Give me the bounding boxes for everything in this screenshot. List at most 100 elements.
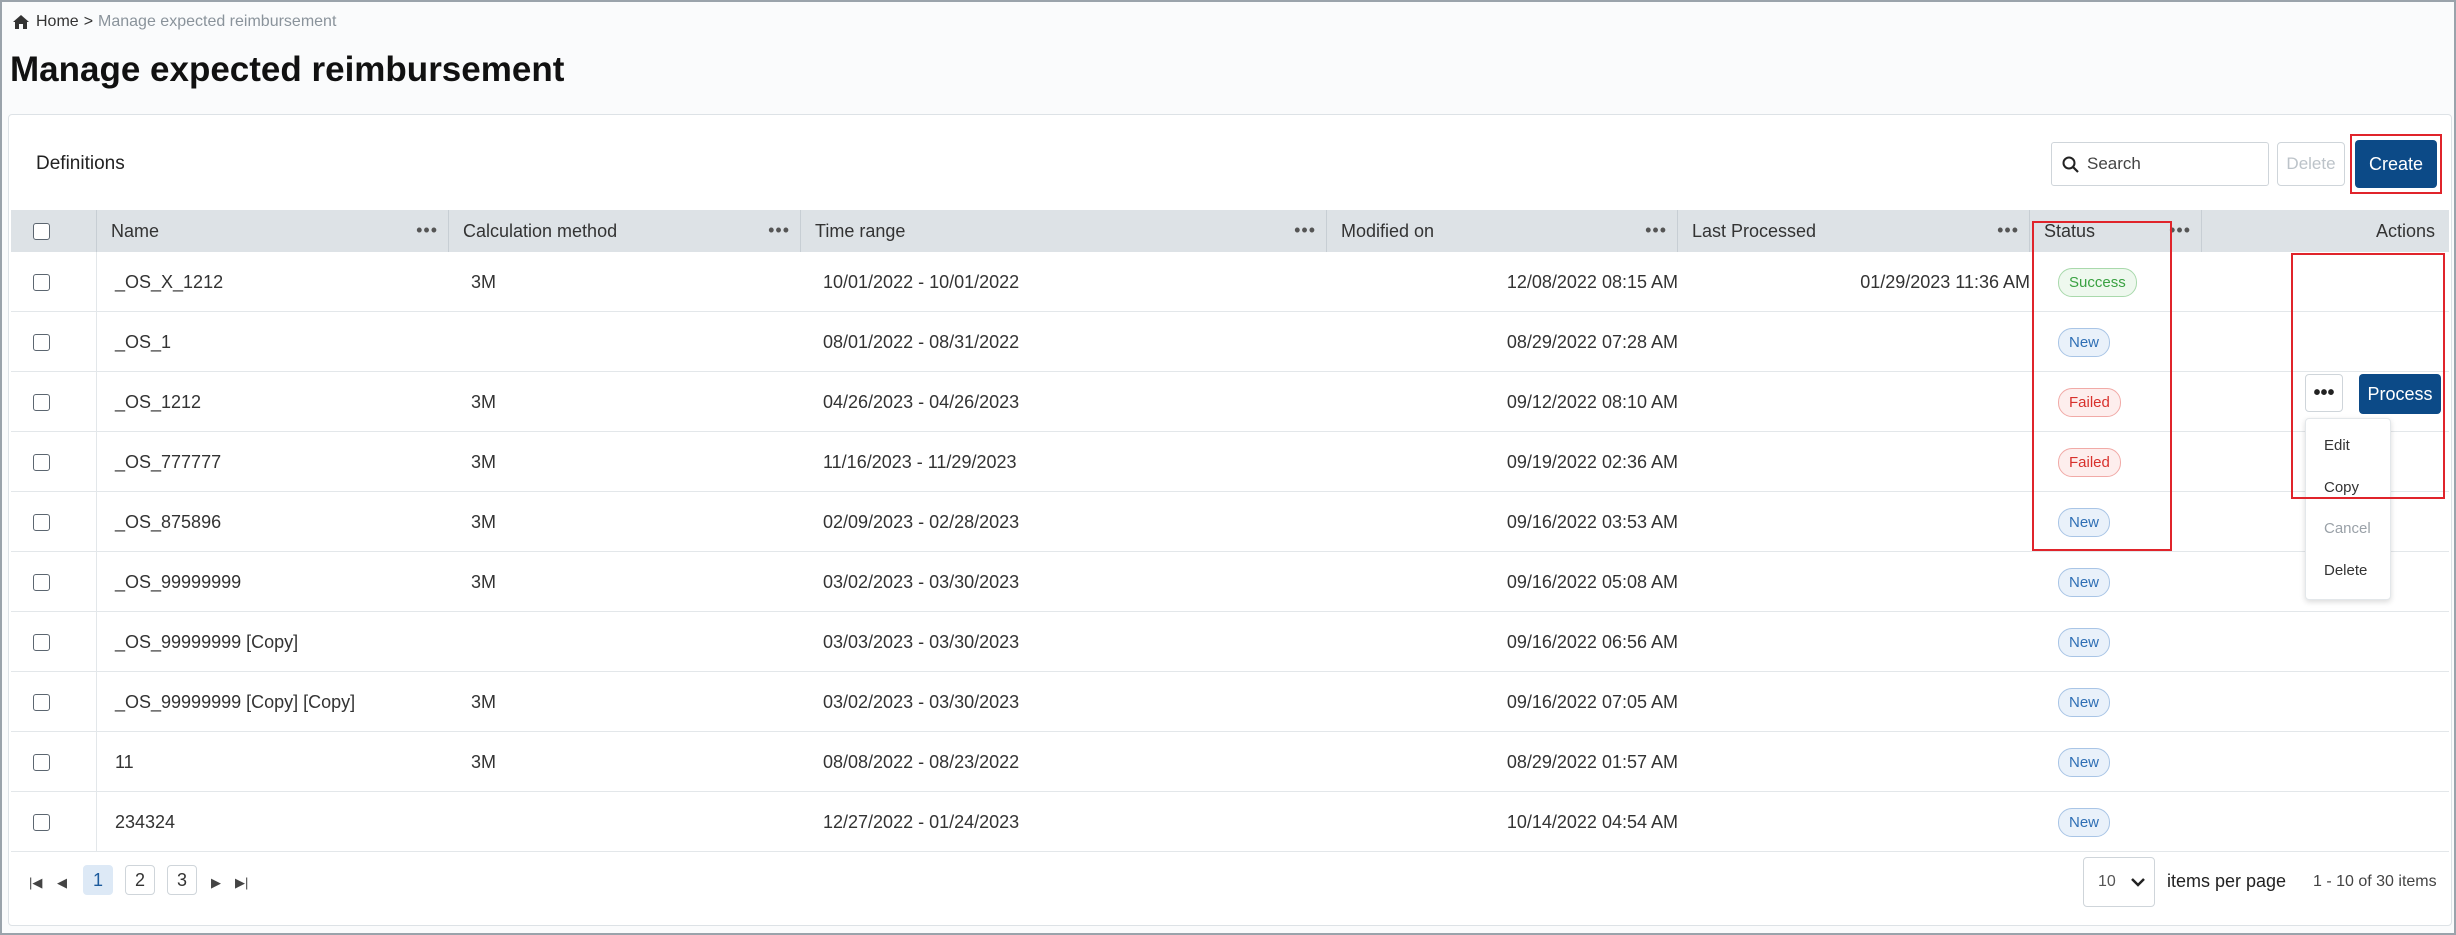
row-select-cell bbox=[11, 372, 97, 432]
first-page-icon[interactable]: |◀ bbox=[29, 875, 42, 891]
next-page-icon[interactable]: ▶ bbox=[211, 875, 221, 891]
row-checkbox[interactable] bbox=[33, 693, 50, 711]
cell-modified-on: 09/19/2022 02:36 AM bbox=[1506, 451, 1678, 472]
cell-name: _OS_777777 bbox=[115, 451, 222, 472]
delete-button[interactable]: Delete bbox=[2277, 142, 2345, 186]
table-row[interactable]: _OS_1212 3M 04/26/2023 - 04/26/2023 09/12/2… bbox=[11, 372, 2449, 432]
column-menu-icon[interactable]: ••• bbox=[768, 220, 790, 241]
page-size-select[interactable]: 10 bbox=[2083, 857, 2155, 907]
header-modified-on[interactable]: Modified on ••• bbox=[1327, 210, 1678, 252]
cell-last-processed bbox=[1678, 612, 2030, 672]
row-checkbox[interactable] bbox=[33, 813, 50, 831]
last-page-icon[interactable]: ▶| bbox=[235, 875, 248, 891]
status-badge: Failed bbox=[2058, 387, 2121, 417]
row-checkbox[interactable] bbox=[33, 573, 50, 591]
home-icon[interactable] bbox=[12, 14, 30, 30]
cell-status: New bbox=[2030, 792, 2202, 852]
table-row[interactable]: 11 3M 08/08/2022 - 08/23/2022 08/29/2022 01… bbox=[11, 732, 2449, 792]
cell-name: 234324 bbox=[115, 811, 176, 832]
table-row[interactable]: _OS_875896 3M 02/09/2023 - 02/28/2023 09/16… bbox=[11, 492, 2449, 552]
items-range-label: 1 - 10 of 30 items bbox=[2313, 873, 2437, 890]
cell-status: Failed bbox=[2030, 372, 2202, 432]
cell-last-processed bbox=[1678, 672, 2030, 732]
column-menu-icon[interactable]: ••• bbox=[1645, 220, 1667, 241]
status-badge: Success bbox=[2058, 267, 2137, 297]
search-input[interactable] bbox=[2087, 154, 2257, 174]
column-menu-icon[interactable]: ••• bbox=[1294, 220, 1316, 241]
cell-name: _OS_99999999 [Copy] [Copy] bbox=[115, 691, 356, 712]
header-last-processed[interactable]: Last Processed ••• bbox=[1678, 210, 2030, 252]
page-2-button[interactable]: 2 bbox=[125, 865, 155, 895]
header-actions: Actions bbox=[2375, 220, 2435, 241]
row-checkbox[interactable] bbox=[33, 333, 50, 351]
pagination: |◀ ◀ 1 2 3 ▶ ▶| 10 items per page 1 - 10… bbox=[9, 845, 2449, 915]
status-badge: New bbox=[2058, 807, 2111, 837]
status-badge: New bbox=[2058, 567, 2111, 597]
header-name[interactable]: Name ••• bbox=[97, 210, 449, 252]
cell-time-range: 03/02/2023 - 03/30/2023 bbox=[823, 571, 1020, 592]
page-3-button[interactable]: 3 bbox=[167, 865, 197, 895]
process-button[interactable]: Process bbox=[2359, 374, 2441, 414]
cell-modified-on: 09/16/2022 06:56 AM bbox=[1506, 631, 1678, 652]
create-button[interactable]: Create bbox=[2355, 140, 2437, 188]
menu-item-edit[interactable]: Edit bbox=[2324, 437, 2350, 454]
cell-modified-on: 10/14/2022 04:54 AM bbox=[1506, 811, 1678, 832]
breadcrumb-home[interactable]: Home bbox=[36, 13, 79, 31]
status-badge: New bbox=[2058, 747, 2111, 777]
cell-time-range: 12/27/2022 - 01/24/2023 bbox=[823, 811, 1020, 832]
row-checkbox[interactable] bbox=[33, 513, 50, 531]
table-row[interactable]: _OS_99999999 [Copy] [Copy] 3M 03/02/2023 -… bbox=[11, 672, 2449, 732]
row-more-button[interactable]: ••• bbox=[2305, 374, 2343, 412]
table-row[interactable]: _OS_99999999 [Copy] 03/03/2023 - 03/30/20… bbox=[11, 612, 2449, 672]
table-row[interactable]: _OS_X_1212 3M 10/01/2022 - 10/01/2022 12/08… bbox=[11, 252, 2449, 312]
header-select-all bbox=[11, 210, 97, 252]
header-status[interactable]: Status ••• bbox=[2030, 210, 2202, 252]
cell-name: _OS_1 bbox=[115, 331, 172, 352]
table-row[interactable]: _OS_1 08/01/2022 - 08/31/2022 08/29/2022 0… bbox=[11, 312, 2449, 372]
table-row[interactable]: 234324 12/27/2022 - 01/24/2023 10/14/2022 … bbox=[11, 792, 2449, 852]
row-checkbox[interactable] bbox=[33, 453, 50, 471]
cell-last-processed bbox=[1678, 792, 2030, 852]
row-checkbox[interactable] bbox=[33, 633, 50, 651]
prev-page-icon[interactable]: ◀ bbox=[57, 875, 67, 891]
column-menu-icon[interactable]: ••• bbox=[2169, 220, 2191, 241]
status-badge: New bbox=[2058, 327, 2111, 357]
chevron-down-icon bbox=[2131, 878, 2145, 887]
cell-time-range: 03/03/2023 - 03/30/2023 bbox=[823, 631, 1020, 652]
row-select-cell bbox=[11, 312, 97, 372]
cell-status: Success bbox=[2030, 252, 2202, 312]
app-frame: Home > Manage expected reimbursement Man… bbox=[0, 0, 2456, 935]
cell-time-range: 02/09/2023 - 02/28/2023 bbox=[823, 511, 1020, 532]
cell-last-processed bbox=[1678, 492, 2030, 552]
page-title: Manage expected reimbursement bbox=[10, 50, 565, 89]
row-checkbox[interactable] bbox=[33, 273, 50, 291]
select-all-checkbox[interactable] bbox=[33, 222, 50, 240]
cell-time-range: 08/08/2022 - 08/23/2022 bbox=[823, 751, 1020, 772]
status-badge: Failed bbox=[2058, 447, 2121, 477]
table-row[interactable]: _OS_777777 3M 11/16/2023 - 11/29/2023 09/19… bbox=[11, 432, 2449, 492]
cell-status: New bbox=[2030, 552, 2202, 612]
cell-name: _OS_99999999 [Copy] bbox=[115, 631, 299, 652]
column-menu-icon[interactable]: ••• bbox=[416, 220, 438, 241]
cell-last-processed bbox=[1678, 312, 2030, 372]
page-1-button[interactable]: 1 bbox=[83, 865, 113, 895]
header-time-range[interactable]: Time range ••• bbox=[801, 210, 1327, 252]
menu-item-copy[interactable]: Copy bbox=[2324, 479, 2359, 496]
cell-method: 3M bbox=[471, 571, 497, 592]
cell-last-processed bbox=[1678, 552, 2030, 612]
cell-last-processed bbox=[1678, 732, 2030, 792]
cell-method: 3M bbox=[471, 691, 497, 712]
row-actions-menu: Edit Copy Cancel Delete bbox=[2305, 418, 2391, 600]
menu-item-delete[interactable]: Delete bbox=[2324, 562, 2367, 579]
search-box[interactable] bbox=[2051, 142, 2269, 186]
cell-time-range: 11/16/2023 - 11/29/2023 bbox=[823, 451, 1017, 472]
row-checkbox[interactable] bbox=[33, 393, 50, 411]
row-select-cell bbox=[11, 252, 97, 312]
row-checkbox[interactable] bbox=[33, 753, 50, 771]
table-row[interactable]: _OS_99999999 3M 03/02/2023 - 03/30/2023 09/… bbox=[11, 552, 2449, 612]
row-select-cell bbox=[11, 672, 97, 732]
header-calculation-method[interactable]: Calculation method ••• bbox=[449, 210, 801, 252]
row-select-cell bbox=[11, 552, 97, 612]
column-menu-icon[interactable]: ••• bbox=[1997, 220, 2019, 241]
cell-modified-on: 08/29/2022 01:57 AM bbox=[1506, 751, 1678, 772]
